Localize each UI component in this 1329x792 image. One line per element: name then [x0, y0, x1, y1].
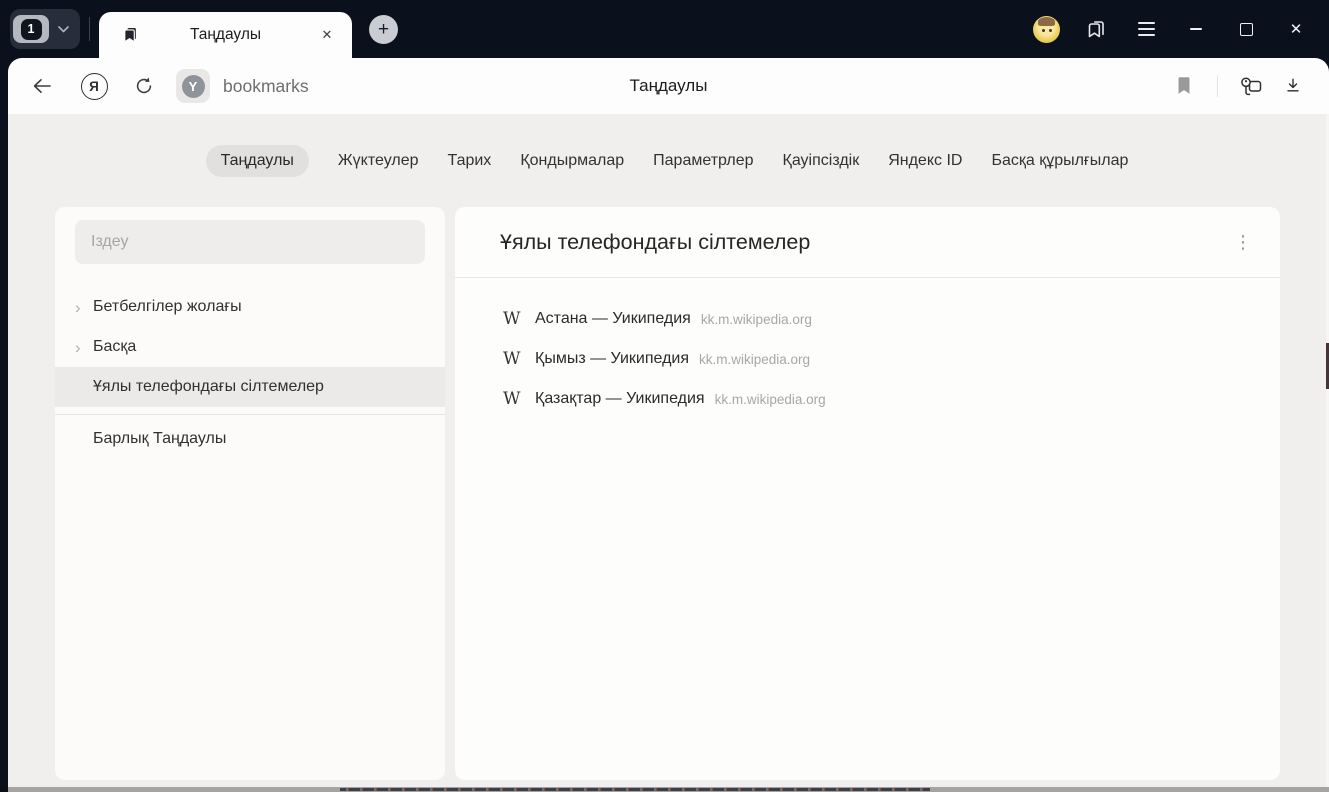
password-manager-button[interactable]: [1233, 68, 1269, 104]
avatar: [1033, 16, 1060, 43]
folder-label: Басқа: [93, 338, 136, 356]
reload-button[interactable]: [126, 68, 162, 104]
downloads-button[interactable]: [1275, 68, 1311, 104]
bookmark-title[interactable]: Астана — Уикипедия: [535, 310, 691, 328]
wikipedia-favicon-icon: W: [503, 349, 535, 369]
tab-count[interactable]: 1: [13, 15, 49, 43]
bookmarks-sidebar: › Бетбелгілер жолағы › Басқа Ұялы телефо…: [55, 207, 445, 780]
chevron-right-icon[interactable]: ›: [75, 299, 93, 316]
bookmark-row[interactable]: W Қымыз — Уикипедия kk.m.wikipedia.org: [455, 339, 1280, 379]
bookmarks-page: Таңдаулы Жүктеулер Тарих Қондырмалар Пар…: [8, 114, 1326, 787]
nav-tab-history[interactable]: Тарих: [448, 152, 492, 170]
bookmark-row[interactable]: W Қазақтар — Уикипедия kk.m.wikipedia.or…: [455, 379, 1280, 419]
new-tab-button[interactable]: +: [369, 15, 398, 44]
toolbar-separator: [1217, 75, 1218, 97]
page-title: Таңдаулы: [308, 76, 1029, 96]
tab-count-badge: 1: [21, 19, 42, 40]
nav-tab-settings[interactable]: Параметрлер: [653, 152, 753, 170]
collections-icon: [1084, 17, 1108, 41]
nav-tab-security[interactable]: Қауіпсіздік: [783, 152, 860, 170]
folder-other[interactable]: › Басқа: [55, 327, 445, 367]
nav-tab-yandex-id[interactable]: Яндекс ID: [888, 152, 962, 170]
tab-list-chevron-button[interactable]: [49, 15, 77, 43]
search-input[interactable]: [75, 220, 425, 264]
maximize-button[interactable]: [1221, 0, 1271, 58]
nav-tab-extensions[interactable]: Қондырмалар: [520, 152, 624, 170]
key-icon: [1237, 74, 1265, 98]
sidebar-divider: [55, 414, 445, 415]
profile-button[interactable]: [1021, 0, 1071, 58]
content-heading: Ұялы телефондағы сілтемелер: [500, 230, 1232, 255]
titlebar-right-controls: ✕: [1021, 0, 1329, 58]
download-icon: [1283, 76, 1303, 96]
minimize-icon: [1190, 28, 1202, 30]
bookmarks-favicon-icon: Y: [182, 75, 205, 98]
taskbar-sliver: [0, 787, 1329, 792]
bookmark-url: kk.m.wikipedia.org: [715, 392, 826, 407]
bookmark-flag-icon: [1176, 76, 1192, 96]
settings-nav: Таңдаулы Жүктеулер Тарих Қондырмалар Пар…: [8, 114, 1326, 177]
yandex-logo-icon: Я: [81, 73, 108, 100]
titlebar: 1 Таңдаулы ✕ +: [0, 0, 1329, 58]
panels-button[interactable]: [1071, 0, 1121, 58]
nav-tab-favorites[interactable]: Таңдаулы: [206, 145, 309, 177]
folder-label: Бетбелгілер жолағы: [93, 298, 242, 316]
tab-cluster: 1 Таңдаулы ✕ +: [10, 0, 398, 58]
bookmark-list: W Астана — Уикипедия kk.m.wikipedia.org …: [455, 278, 1280, 419]
wikipedia-favicon-icon: W: [503, 389, 535, 409]
back-button[interactable]: [24, 68, 60, 104]
folder-mobile-links[interactable]: Ұялы телефондағы сілтемелер: [55, 367, 445, 407]
menu-button[interactable]: [1121, 0, 1171, 58]
yandex-search-button[interactable]: Я: [76, 68, 112, 104]
tab-close-button[interactable]: ✕: [316, 12, 338, 58]
tab-title: Таңдаулы: [139, 26, 312, 44]
active-tab[interactable]: Таңдаулы ✕: [99, 12, 352, 58]
nav-tab-other-devices[interactable]: Басқа құрылғылар: [991, 152, 1128, 170]
wikipedia-favicon-icon: W: [503, 309, 535, 329]
bookmarks-content-panel: Ұялы телефондағы сілтемелер ⋮ W Астана —…: [455, 207, 1280, 780]
address-bar-text[interactable]: bookmarks: [223, 76, 309, 97]
tab-bar-divider: [89, 17, 90, 41]
hamburger-icon: [1138, 22, 1155, 36]
maximize-icon: [1240, 23, 1253, 36]
chevron-right-icon[interactable]: ›: [75, 339, 93, 356]
bookmark-title[interactable]: Қазақтар — Уикипедия: [535, 390, 705, 408]
nav-tab-downloads[interactable]: Жүктеулер: [338, 152, 419, 170]
all-favorites-item[interactable]: Барлық Таңдаулы: [55, 419, 445, 459]
bookmark-row[interactable]: W Астана — Уикипедия kk.m.wikipedia.org: [455, 299, 1280, 339]
bookmark-title[interactable]: Қымыз — Уикипедия: [535, 350, 689, 368]
minimize-button[interactable]: [1171, 0, 1221, 58]
bookmarks-tab-icon: [121, 26, 139, 44]
bookmark-url: kk.m.wikipedia.org: [701, 312, 812, 327]
bookmark-page-button[interactable]: [1166, 68, 1202, 104]
folder-list: › Бетбелгілер жолағы › Басқа Ұялы телефо…: [55, 287, 445, 459]
kebab-menu-button[interactable]: ⋮: [1232, 232, 1254, 253]
bookmark-url: kk.m.wikipedia.org: [699, 352, 810, 367]
content-header: Ұялы телефондағы сілтемелер ⋮: [455, 207, 1280, 278]
window-close-button[interactable]: ✕: [1271, 0, 1321, 58]
toolbar-right-icons: [1166, 68, 1311, 104]
chevron-down-icon: [58, 26, 69, 33]
close-icon: ✕: [1290, 20, 1303, 38]
folder-label: Ұялы телефондағы сілтемелер: [93, 378, 324, 396]
site-favicon-badge[interactable]: Y: [176, 69, 210, 103]
reload-icon: [133, 75, 155, 97]
tab-counter-button[interactable]: 1: [10, 9, 80, 49]
back-arrow-icon: [31, 75, 53, 97]
all-favorites-label: Барлық Таңдаулы: [93, 430, 226, 448]
folder-bookmarks-bar[interactable]: › Бетбелгілер жолағы: [55, 287, 445, 327]
browser-toolbar: Я Y bookmarks Таңдаулы: [8, 58, 1329, 114]
